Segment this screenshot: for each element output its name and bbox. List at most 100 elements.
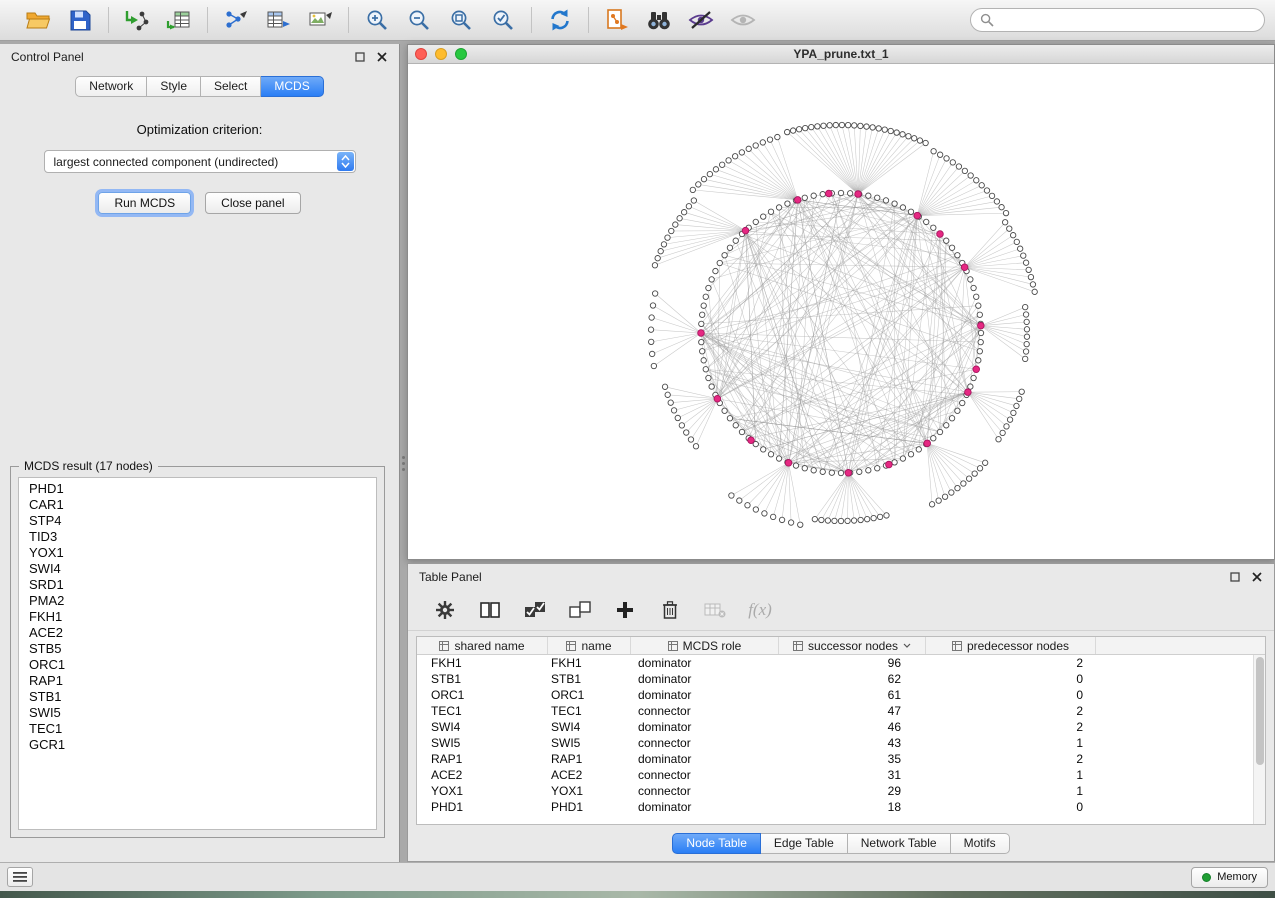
network-window-titlebar[interactable]: YPA_prune.txt_1 [408,45,1274,64]
zoom-fit-button[interactable] [444,4,478,36]
status-bar: Memory [0,862,1275,891]
fx-icon: f(x) [748,600,772,620]
close-table-panel-button[interactable] [1250,570,1263,583]
show-all-button[interactable] [726,4,760,36]
tab-network-table[interactable]: Network Table [848,833,951,854]
column-header-name[interactable]: name [548,637,631,654]
memory-button[interactable]: Memory [1191,867,1268,888]
mcds-result-item[interactable]: TEC1 [19,721,376,737]
mcds-result-item[interactable]: TID3 [19,529,376,545]
column-header-predecessor-nodes[interactable]: predecessor nodes [926,637,1096,654]
tab-mcds[interactable]: MCDS [261,76,323,97]
select-all-rows-button[interactable] [522,597,548,623]
table-scrollbar-thumb[interactable] [1256,657,1264,765]
zoom-in-icon [365,8,389,32]
mcds-result-item[interactable]: SWI5 [19,705,376,721]
table-row[interactable]: STB1STB1dominator620 [417,671,1265,687]
mcds-result-item[interactable]: SWI4 [19,561,376,577]
column-header-shared-name[interactable]: shared name [417,637,548,654]
zoom-fit-icon [449,8,473,32]
table-cell: SWI4 [548,720,631,734]
mcds-result-item[interactable]: FKH1 [19,609,376,625]
search-input[interactable] [1000,13,1255,27]
close-panel-button-mcds[interactable]: Close panel [205,192,300,214]
mcds-result-item[interactable]: STP4 [19,513,376,529]
float-panel-button[interactable] [353,50,366,63]
tab-style[interactable]: Style [147,76,201,97]
import-network-button[interactable] [120,4,154,36]
refresh-layout-button[interactable] [543,4,577,36]
binoculars-icon [646,9,672,31]
table-cell: SWI5 [417,736,548,750]
mcds-result-item[interactable]: RAP1 [19,673,376,689]
table-row[interactable]: YOX1YOX1connector291 [417,783,1265,799]
close-window-button[interactable] [415,48,427,60]
import-network-icon [124,8,150,32]
table-row[interactable]: SWI4SWI4dominator462 [417,719,1265,735]
mcds-result-item[interactable]: STB5 [19,641,376,657]
open-session-button[interactable] [21,4,55,36]
import-table-button[interactable] [162,4,196,36]
mcds-result-item[interactable]: ACE2 [19,625,376,641]
export-image-button[interactable] [303,4,337,36]
panel-menu-button[interactable] [7,867,33,887]
mcds-result-item[interactable]: PHD1 [19,481,376,497]
column-header-successor-nodes[interactable]: successor nodes [779,637,926,654]
maximize-window-button[interactable] [455,48,467,60]
first-neighbors-button[interactable] [642,4,676,36]
criterion-dropdown[interactable]: largest connected component (undirected) [44,150,356,173]
table-row[interactable]: FKH1FKH1dominator962 [417,655,1265,671]
table-row[interactable]: ACE2ACE2connector311 [417,767,1265,783]
export-network-button[interactable] [219,4,253,36]
table-row[interactable]: PHD1PHD1dominator180 [417,799,1265,815]
zoom-selected-button[interactable] [486,4,520,36]
export-table-button[interactable] [261,4,295,36]
tab-select[interactable]: Select [201,76,261,97]
table-row[interactable]: TEC1TEC1connector472 [417,703,1265,719]
tab-network[interactable]: Network [75,76,147,97]
hide-selected-button[interactable] [684,4,718,36]
table-row[interactable]: ORC1ORC1dominator610 [417,687,1265,703]
new-network-from-selection-button[interactable] [600,4,634,36]
table-scrollbar[interactable] [1253,655,1265,824]
mcds-result-item[interactable]: SRD1 [19,577,376,593]
mcds-result-item[interactable]: CAR1 [19,497,376,513]
panel-divider-handle[interactable] [401,450,406,476]
optimization-criterion-label: Optimization criterion: [0,122,399,137]
network-canvas[interactable] [408,64,1274,559]
table-cell: TEC1 [417,704,548,718]
function-builder-button[interactable]: f(x) [747,597,773,623]
table-panel-title: Table Panel [419,570,482,584]
table-cell: SWI4 [417,720,548,734]
save-session-button[interactable] [63,4,97,36]
table-cell: ACE2 [417,768,548,782]
tab-node-table[interactable]: Node Table [672,833,761,854]
delete-table-button[interactable] [702,597,728,623]
minimize-window-button[interactable] [435,48,447,60]
delete-column-button[interactable] [657,597,683,623]
mcds-result-item[interactable]: YOX1 [19,545,376,561]
table-row[interactable]: RAP1RAP1dominator352 [417,751,1265,767]
zoom-in-button[interactable] [360,4,394,36]
tab-motifs[interactable]: Motifs [951,833,1010,854]
float-table-panel-button[interactable] [1228,570,1241,583]
run-mcds-button[interactable]: Run MCDS [98,192,191,214]
table-cell: 0 [926,800,1096,814]
mcds-result-item[interactable]: ORC1 [19,657,376,673]
zoom-out-button[interactable] [402,4,436,36]
table-settings-button[interactable] [432,597,458,623]
table-panel-header: Table Panel [408,564,1274,589]
add-column-button[interactable] [612,597,638,623]
column-header-mcds-role[interactable]: MCDS role [631,637,779,654]
close-panel-button[interactable] [375,50,388,63]
show-columns-button[interactable] [477,597,503,623]
mcds-result-item[interactable]: GCR1 [19,737,376,753]
table-cell: TEC1 [548,704,631,718]
control-panel-tabs: Network Style Select MCDS [0,76,399,97]
table-cell: dominator [631,752,779,766]
deselect-all-rows-button[interactable] [567,597,593,623]
mcds-result-item[interactable]: PMA2 [19,593,376,609]
mcds-result-item[interactable]: STB1 [19,689,376,705]
tab-edge-table[interactable]: Edge Table [761,833,848,854]
table-row[interactable]: SWI5SWI5connector431 [417,735,1265,751]
